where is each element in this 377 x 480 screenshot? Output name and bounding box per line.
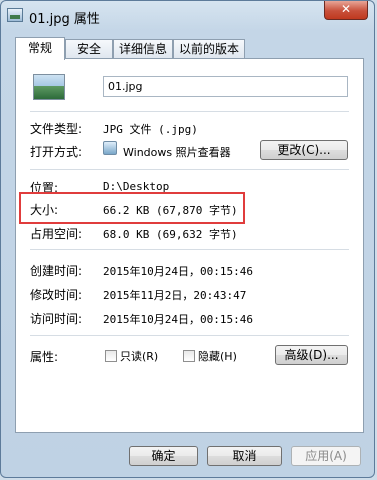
created-value: 2015年10月24日，00:15:46 — [103, 265, 253, 278]
window-title: 01.jpg 属性 — [29, 12, 100, 27]
modified-value: 2015年11月2日，20:43:47 — [103, 289, 247, 302]
apply-button[interactable]: 应用(A) — [291, 446, 361, 466]
close-button[interactable]: ✕ — [324, 1, 368, 20]
ok-button[interactable]: 确定 — [129, 446, 198, 466]
created-label: 创建时间: — [30, 264, 83, 278]
filename-field[interactable]: 01.jpg — [103, 76, 348, 97]
size-on-disk-value: 68.0 KB (69,632 字节) — [103, 228, 238, 241]
image-file-icon — [7, 8, 23, 22]
hidden-label[interactable]: 隐藏(H) — [198, 348, 237, 364]
change-button[interactable]: 更改(C)... — [260, 140, 348, 160]
close-icon: ✕ — [340, 2, 352, 16]
opens-with-value: Windows 照片查看器 — [123, 146, 231, 159]
tab-previous-versions[interactable]: 以前的版本 — [173, 39, 245, 58]
tab-general[interactable]: 常规 — [15, 37, 65, 60]
modified-label: 修改时间: — [30, 288, 83, 302]
file-type-value: JPG 文件 (.jpg) — [103, 123, 198, 136]
size-highlight-box — [19, 192, 245, 224]
divider — [30, 335, 349, 336]
photo-viewer-icon — [103, 141, 117, 155]
divider — [30, 169, 349, 170]
opens-with-label: 打开方式: — [30, 145, 83, 159]
readonly-checkbox[interactable] — [105, 350, 117, 362]
divider — [30, 249, 349, 250]
divider — [30, 111, 349, 112]
properties-window: 01.jpg 属性 ✕ 常规 安全 详细信息 以前的版本 01.jpg 文件类型… — [0, 0, 375, 478]
advanced-button[interactable]: 高级(D)... — [275, 345, 348, 365]
accessed-value: 2015年10月24日，00:15:46 — [103, 313, 253, 326]
general-panel: 01.jpg 文件类型: JPG 文件 (.jpg) 打开方式: Windows… — [15, 58, 364, 433]
readonly-label[interactable]: 只读(R) — [120, 348, 158, 364]
cancel-button[interactable]: 取消 — [207, 446, 282, 466]
size-on-disk-label: 占用空间: — [30, 227, 83, 241]
hidden-checkbox[interactable] — [183, 350, 195, 362]
accessed-label: 访问时间: — [30, 312, 83, 326]
jpg-thumbnail-icon — [33, 74, 65, 100]
tab-security[interactable]: 安全 — [65, 39, 113, 58]
title-bar: 01.jpg 属性 ✕ — [1, 1, 374, 31]
file-type-label: 文件类型: — [30, 122, 83, 136]
attributes-label: 属性: — [30, 350, 59, 364]
tab-details[interactable]: 详细信息 — [113, 39, 173, 58]
